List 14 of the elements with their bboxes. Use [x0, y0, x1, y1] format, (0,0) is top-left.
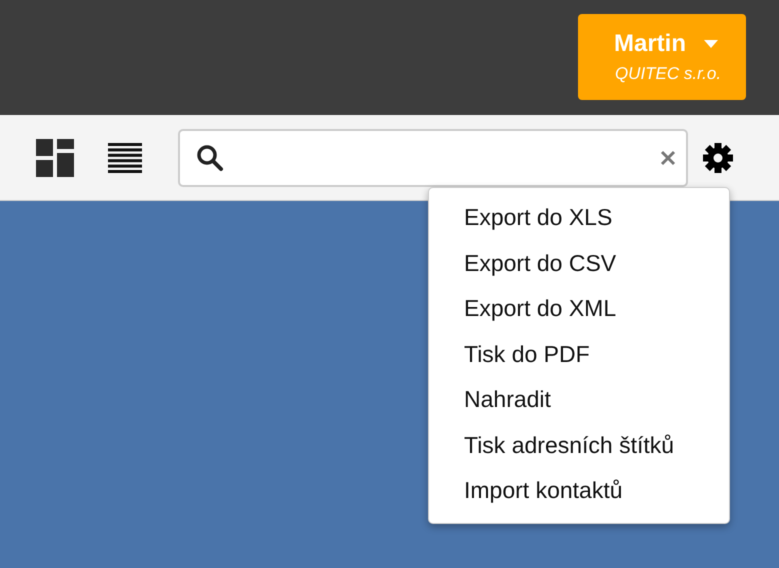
list-icon[interactable]: [108, 142, 142, 172]
menu-item[interactable]: Tisk do PDF: [429, 332, 729, 377]
menu-item[interactable]: Export do CSV: [429, 240, 729, 286]
menu-item[interactable]: Nahradit: [429, 377, 729, 422]
search-field[interactable]: [178, 128, 688, 186]
dashboard-icon[interactable]: [36, 138, 74, 176]
menu-item[interactable]: Export do XLS: [429, 195, 729, 240]
menu-item[interactable]: Export do XML: [429, 286, 729, 332]
menu-item[interactable]: Tisk adresních štítků: [429, 422, 729, 468]
clear-icon[interactable]: [660, 150, 676, 166]
caret-icon: [704, 40, 718, 48]
settings-icon[interactable]: [703, 142, 733, 172]
menu-item[interactable]: Import kontaktů: [429, 468, 729, 514]
search-icon: [196, 144, 224, 172]
